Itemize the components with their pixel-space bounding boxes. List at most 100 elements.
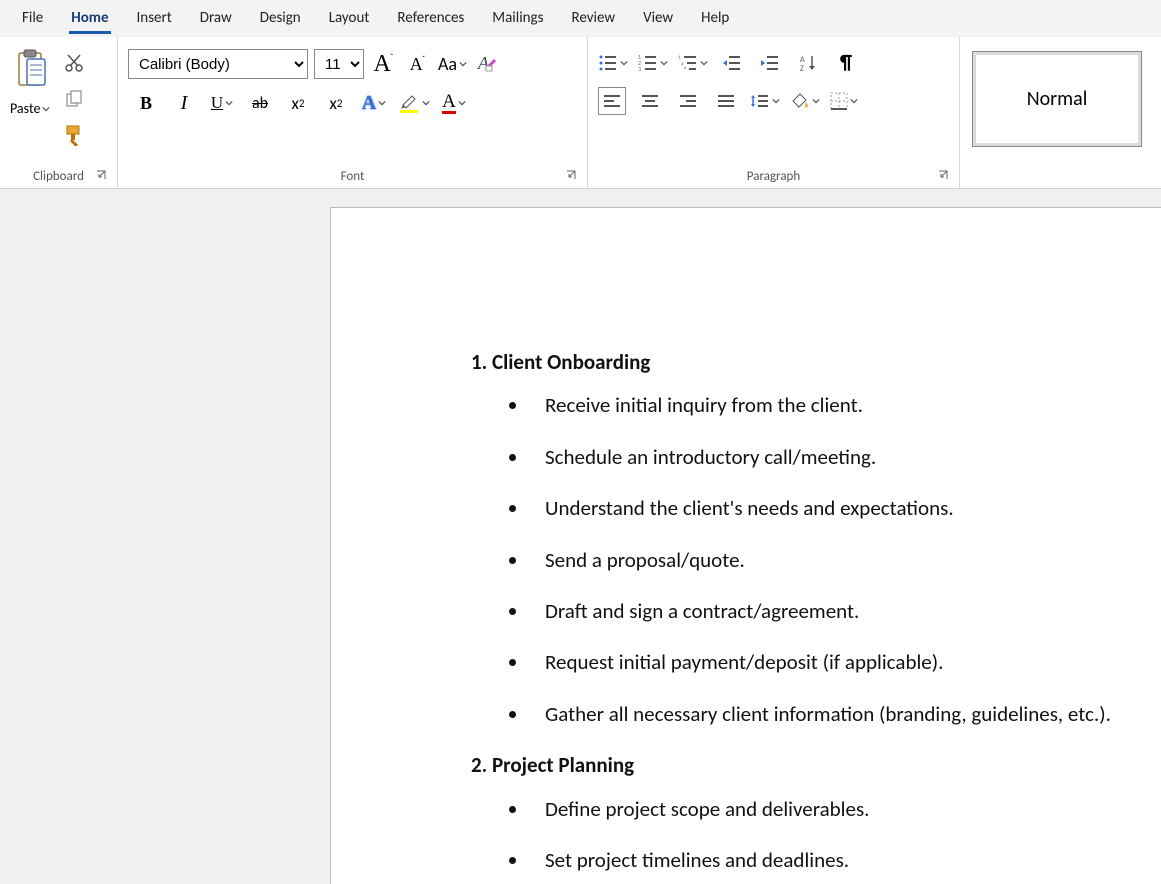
text-effects-button[interactable]: A (360, 89, 388, 117)
font-color-button[interactable]: A (440, 89, 468, 117)
paste-button[interactable]: Paste (10, 43, 50, 117)
font-launcher[interactable] (565, 169, 579, 183)
multilevel-icon: 1 a (678, 54, 698, 72)
list-item[interactable]: Gather all necessary client information … (529, 700, 1161, 729)
copy-button[interactable] (62, 87, 86, 111)
tab-mailings[interactable]: Mailings (478, 0, 557, 37)
paint-bucket-icon (790, 92, 810, 110)
menu-tabs: File Home Insert Draw Design Layout Refe… (0, 0, 1161, 37)
underline-button[interactable]: U (208, 89, 236, 117)
line-spacing-button[interactable] (750, 87, 780, 115)
multilevel-list-button[interactable]: 1 a (678, 49, 708, 77)
document-content[interactable]: 1. Client Onboarding Receive initial inqu… (471, 348, 1161, 884)
list-item[interactable]: Set project timelines and deadlines. (529, 846, 1161, 875)
ribbon: Paste (0, 37, 1161, 189)
list-item[interactable]: Understand the client's needs and expect… (529, 494, 1161, 523)
svg-text:a: a (681, 61, 684, 67)
caret-up-icon: ˆ (390, 52, 394, 63)
chevron-down-icon (378, 99, 386, 107)
tab-layout[interactable]: Layout (315, 0, 384, 37)
section-list[interactable]: Receive initial inquiry from the client.… (471, 391, 1161, 729)
list-item[interactable]: Receive initial inquiry from the client. (529, 391, 1161, 420)
section-heading[interactable]: 1. Client Onboarding (471, 348, 1161, 377)
list-item[interactable]: Request initial payment/deposit (if appl… (529, 648, 1161, 677)
group-label-font: Font (341, 169, 365, 184)
bullets-button[interactable] (598, 49, 628, 77)
justify-button[interactable] (712, 87, 740, 115)
superscript-button[interactable]: x2 (322, 89, 350, 117)
format-painter-button[interactable] (62, 123, 86, 147)
subscript-button[interactable]: x2 (284, 89, 312, 117)
chevron-down-icon (42, 105, 50, 113)
tab-review[interactable]: Review (557, 0, 629, 37)
tab-file[interactable]: File (8, 0, 57, 37)
line-spacing-icon (750, 93, 770, 109)
group-label-clipboard: Clipboard (33, 169, 84, 184)
group-label-paragraph: Paragraph (747, 169, 800, 184)
align-center-button[interactable] (636, 87, 664, 115)
style-normal[interactable]: Normal (972, 51, 1142, 147)
chevron-down-icon (225, 99, 233, 107)
shrink-font-button[interactable]: A ˇ (404, 50, 432, 78)
tab-home[interactable]: Home (57, 0, 122, 37)
align-right-button[interactable] (674, 87, 702, 115)
clipboard-icon (13, 49, 47, 94)
group-clipboard: Paste (0, 37, 118, 188)
justify-icon (717, 94, 735, 108)
group-font: Calibri (Body) 11 A ˆ A ˇ Aa (118, 37, 588, 188)
tab-references[interactable]: References (383, 0, 478, 37)
chevron-down-icon (459, 60, 467, 68)
outdent-icon (722, 55, 742, 71)
chevron-down-icon (850, 97, 858, 105)
italic-button[interactable]: I (170, 89, 198, 117)
sort-button[interactable]: A Z (794, 49, 822, 77)
decrease-indent-button[interactable] (718, 49, 746, 77)
shading-button[interactable] (790, 87, 820, 115)
change-case-button[interactable]: Aa (438, 50, 467, 78)
paintbrush-icon (63, 124, 85, 146)
borders-button[interactable] (830, 87, 858, 115)
tab-design[interactable]: Design (246, 0, 315, 37)
list-item[interactable]: Define project scope and deliverables. (529, 795, 1161, 824)
numbering-button[interactable]: 1 2 3 (638, 49, 668, 77)
align-right-icon (679, 94, 697, 108)
align-left-button[interactable] (598, 87, 626, 115)
paste-label: Paste (10, 100, 40, 117)
borders-icon (830, 92, 848, 110)
tab-view[interactable]: View (629, 0, 687, 37)
tab-insert[interactable]: Insert (123, 0, 186, 37)
font-size-select[interactable]: 11 (314, 49, 364, 79)
increase-indent-button[interactable] (756, 49, 784, 77)
chevron-down-icon (772, 97, 780, 105)
group-paragraph: 1 2 3 1 a (588, 37, 960, 188)
clipboard-launcher[interactable] (95, 169, 109, 183)
highlight-button[interactable] (398, 89, 430, 117)
align-center-icon (641, 94, 659, 108)
font-family-select[interactable]: Calibri (Body) (128, 49, 308, 79)
paragraph-launcher[interactable] (937, 169, 951, 183)
list-item[interactable]: Draft and sign a contract/agreement. (529, 597, 1161, 626)
svg-text:3: 3 (638, 65, 641, 72)
chevron-down-icon (812, 97, 820, 105)
document-page[interactable]: 1. Client Onboarding Receive initial inqu… (330, 207, 1161, 884)
bullets-icon (598, 54, 618, 72)
grow-font-button[interactable]: A ˆ (370, 50, 398, 78)
clear-formatting-button[interactable]: A (473, 50, 501, 78)
group-styles: Normal (960, 37, 1161, 188)
show-marks-button[interactable]: ¶ (832, 49, 860, 77)
tab-draw[interactable]: Draw (186, 0, 246, 37)
document-area[interactable]: 1. Client Onboarding Receive initial inqu… (0, 189, 1161, 884)
cut-button[interactable] (62, 51, 86, 75)
sort-icon: A Z (799, 54, 817, 72)
list-item[interactable]: Send a proposal/quote. (529, 546, 1161, 575)
copy-icon (64, 89, 84, 109)
section-heading[interactable]: 2. Project Planning (471, 751, 1161, 780)
tab-help[interactable]: Help (687, 0, 743, 37)
chevron-down-icon (700, 59, 708, 67)
bold-button[interactable]: B (132, 89, 160, 117)
list-item[interactable]: Schedule an introductory call/meeting. (529, 443, 1161, 472)
chevron-down-icon (660, 59, 668, 67)
strikethrough-button[interactable]: ab (246, 89, 274, 117)
indent-icon (760, 55, 780, 71)
section-list[interactable]: Define project scope and deliverables. Se… (471, 795, 1161, 884)
